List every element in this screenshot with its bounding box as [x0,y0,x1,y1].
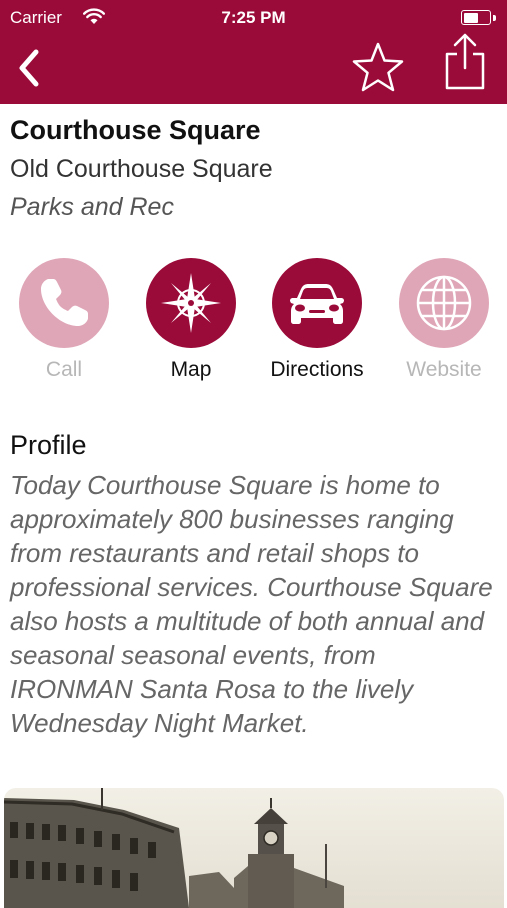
directions-button[interactable]: Directions [270,258,364,381]
map-circle [146,258,236,348]
battery-icon [461,10,496,25]
phone-icon [41,279,88,326]
share-icon [445,33,485,90]
website-label: Website [406,358,482,381]
star-outline-icon [352,42,404,92]
directions-circle [272,258,362,348]
chevron-left-icon [19,49,39,87]
historic-building-image [4,788,504,908]
profile-text: Today Courthouse Square is home to appro… [10,470,493,738]
share-button[interactable] [440,32,490,92]
website-button[interactable]: Website [399,258,489,381]
place-photo [4,788,504,908]
car-icon [290,284,344,324]
call-button[interactable]: Call [19,258,109,381]
nav-header: Carrier 7:25 PM [0,0,507,104]
globe-icon [416,275,472,331]
call-circle [19,258,109,348]
favorite-button[interactable] [350,40,406,96]
place-category: Parks and Rec [10,193,174,221]
website-circle [399,258,489,348]
status-bar: Carrier 7:25 PM [0,0,507,36]
map-button[interactable]: Map [146,258,236,381]
place-address: Old Courthouse Square [10,155,273,183]
back-button[interactable] [12,46,52,90]
compass-icon [161,273,221,333]
profile-heading: Profile [10,430,87,460]
clock: 7:25 PM [221,8,286,27]
place-title: Courthouse Square [10,115,261,145]
